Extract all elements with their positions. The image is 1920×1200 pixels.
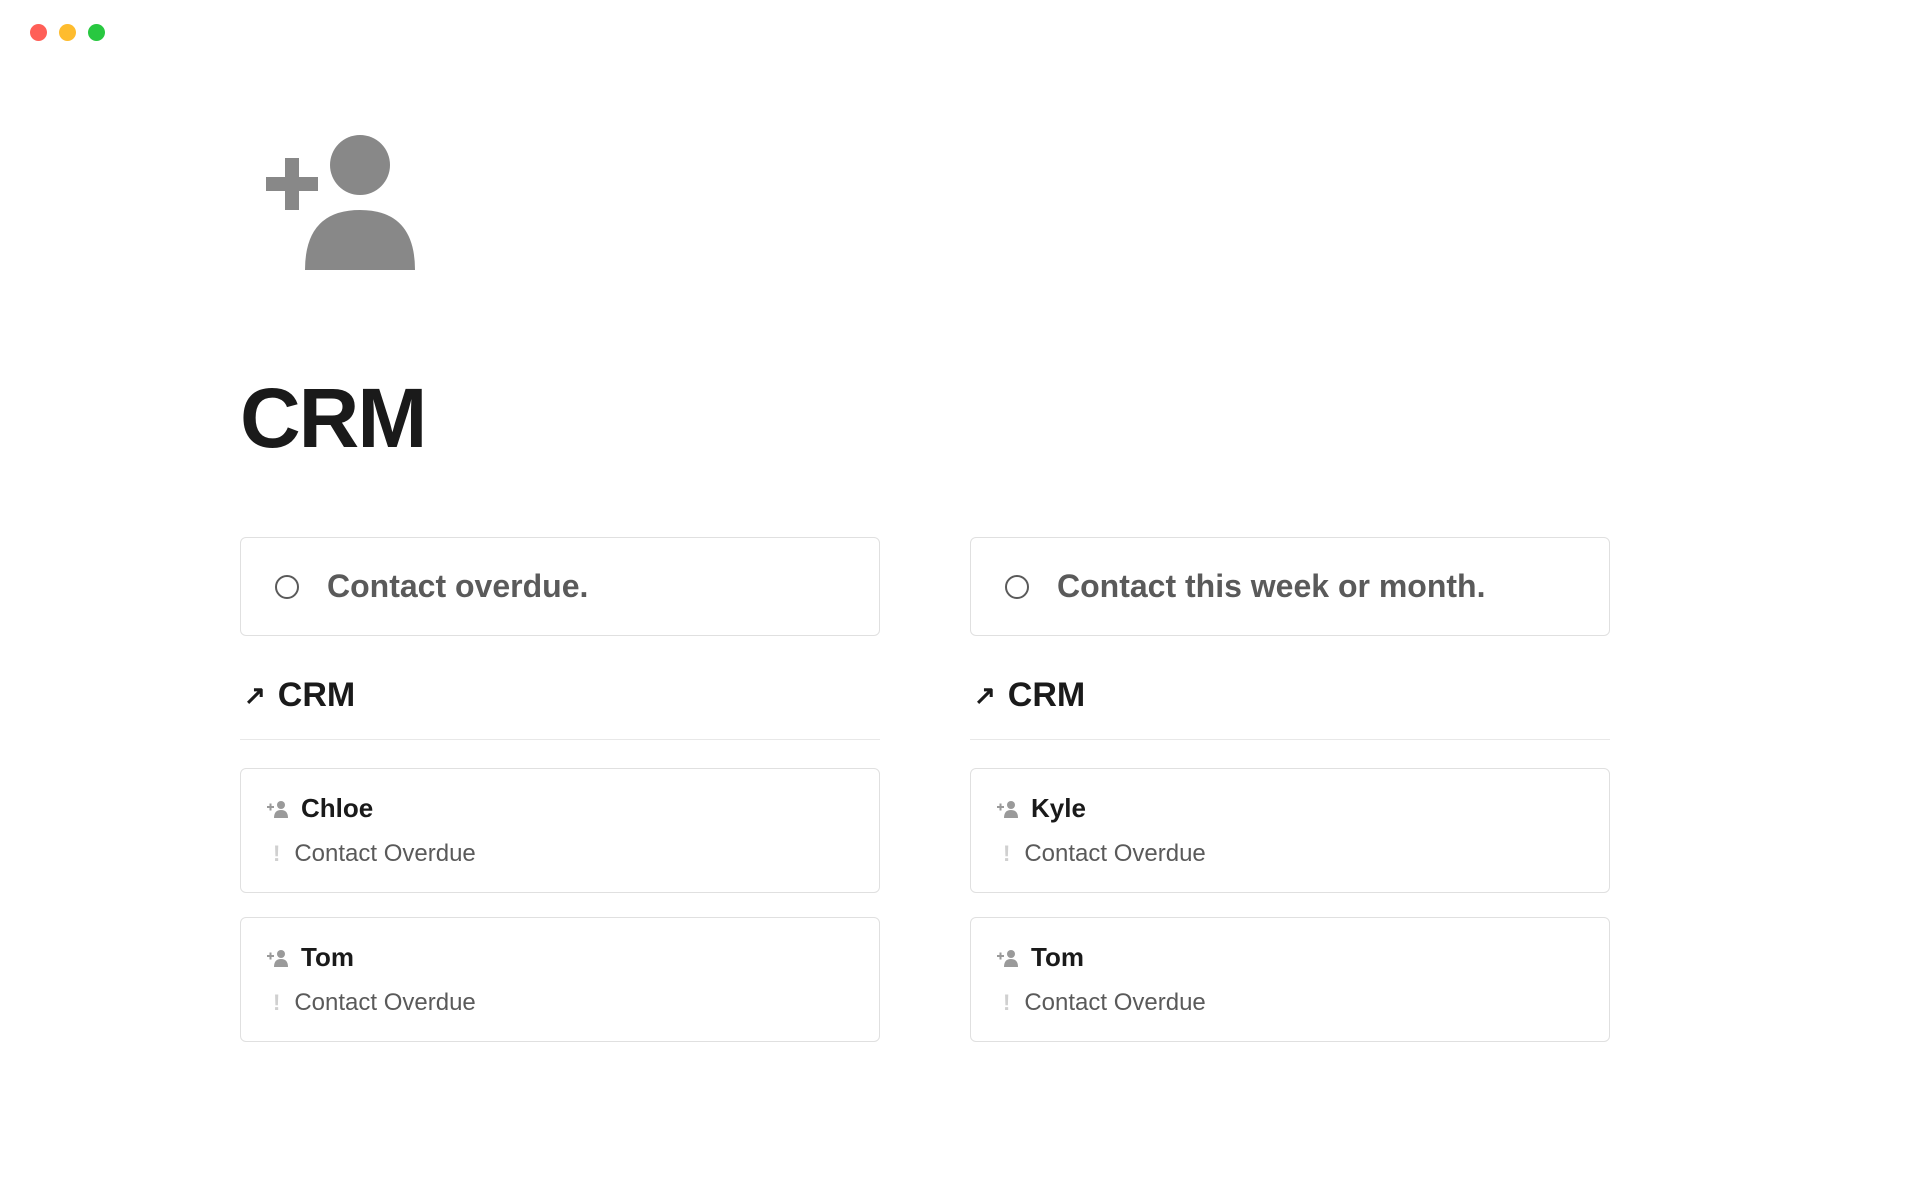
column-header-text: Contact this week or month. <box>1057 568 1485 605</box>
window-maximize-button[interactable] <box>88 24 105 41</box>
window-controls <box>0 0 1920 65</box>
circle-icon <box>275 575 299 599</box>
contact-card[interactable]: Kyle ! Contact Overdue <box>970 768 1610 893</box>
exclamation-icon: ! <box>273 841 280 867</box>
column-header-card[interactable]: Contact overdue. <box>240 537 880 636</box>
page-icon-person-add[interactable] <box>240 125 1680 280</box>
page-title[interactable]: CRM <box>240 370 1680 467</box>
contact-name: Kyle <box>1031 793 1086 824</box>
contact-status-row: ! Contact Overdue <box>267 989 853 1017</box>
contact-status: Contact Overdue <box>1024 840 1205 868</box>
crm-database-link[interactable]: ↗ CRM <box>970 660 1610 740</box>
person-add-small-icon <box>267 949 289 967</box>
exclamation-icon: ! <box>273 990 280 1016</box>
contact-status: Contact Overdue <box>294 840 475 868</box>
contact-status: Contact Overdue <box>294 989 475 1017</box>
contact-name-row: Tom <box>267 942 853 973</box>
person-add-icon <box>240 125 440 275</box>
window-close-button[interactable] <box>30 24 47 41</box>
exclamation-icon: ! <box>1003 841 1010 867</box>
contact-name: Tom <box>1031 942 1084 973</box>
exclamation-icon: ! <box>1003 990 1010 1016</box>
column-overdue: Contact overdue. ↗ CRM <box>240 537 880 1066</box>
contact-status-row: ! Contact Overdue <box>997 989 1583 1017</box>
circle-icon <box>1005 575 1029 599</box>
column-this-week-month: Contact this week or month. ↗ CRM <box>970 537 1610 1066</box>
contact-status-row: ! Contact Overdue <box>267 840 853 868</box>
crm-link-label: CRM <box>1008 676 1085 715</box>
contact-card[interactable]: Chloe ! Contact Overdue <box>240 768 880 893</box>
window-minimize-button[interactable] <box>59 24 76 41</box>
person-add-small-icon <box>997 949 1019 967</box>
contact-name-row: Tom <box>997 942 1583 973</box>
contact-name: Chloe <box>301 793 373 824</box>
contact-status-row: ! Contact Overdue <box>997 840 1583 868</box>
column-header-text: Contact overdue. <box>327 568 588 605</box>
crm-database-link[interactable]: ↗ CRM <box>240 660 880 740</box>
arrow-up-right-icon: ↗ <box>974 680 996 711</box>
crm-link-label: CRM <box>278 676 355 715</box>
contact-name-row: Kyle <box>997 793 1583 824</box>
columns-container: Contact overdue. ↗ CRM <box>240 537 1680 1066</box>
person-add-small-icon <box>267 800 289 818</box>
arrow-up-right-icon: ↗ <box>244 680 266 711</box>
page-content: CRM Contact overdue. ↗ CRM <box>0 65 1920 1066</box>
contact-name-row: Chloe <box>267 793 853 824</box>
contact-status: Contact Overdue <box>1024 989 1205 1017</box>
person-add-small-icon <box>997 800 1019 818</box>
column-header-card[interactable]: Contact this week or month. <box>970 537 1610 636</box>
contact-card[interactable]: Tom ! Contact Overdue <box>240 917 880 1042</box>
contact-card[interactable]: Tom ! Contact Overdue <box>970 917 1610 1042</box>
contact-name: Tom <box>301 942 354 973</box>
